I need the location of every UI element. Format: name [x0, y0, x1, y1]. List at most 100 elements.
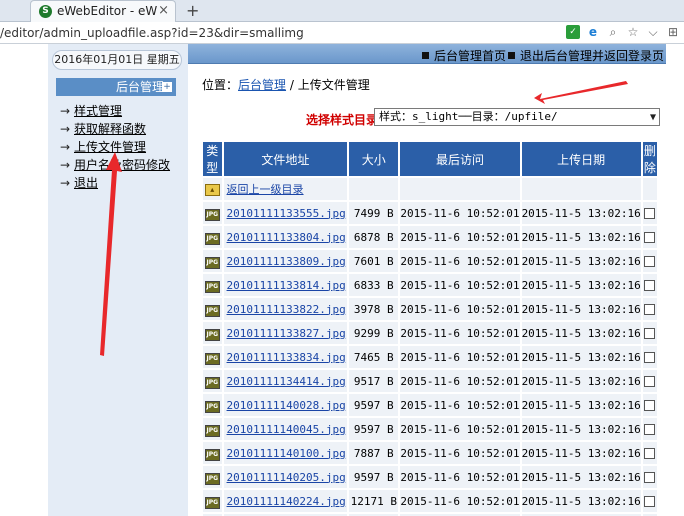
size-cell: 3978 B: [349, 298, 399, 320]
tab-close-icon[interactable]: ×: [158, 3, 169, 18]
size-cell: 12171 B: [349, 490, 399, 512]
file-link[interactable]: 20101111134414.jpg: [227, 375, 346, 388]
uploaded-cell: 2015-11-5 13:02:16: [521, 394, 641, 416]
table-row: JPG 20101111140100.jpg 7887 B 2015-11-6 10:…: [203, 442, 657, 464]
size-cell: 9597 B: [349, 394, 399, 416]
delete-checkbox[interactable]: [644, 328, 656, 339]
shield-icon[interactable]: ✓: [566, 25, 580, 39]
delete-cell: [642, 298, 657, 320]
path-cell: 20101111140045.jpg: [223, 418, 348, 440]
delete-checkbox[interactable]: [644, 448, 656, 459]
accessed-cell: 2015-11-6 10:52:01: [400, 490, 520, 512]
type-cell: JPG: [203, 394, 222, 416]
delete-cell: [642, 394, 657, 416]
date-display: 2016年01月01日 星期五: [52, 50, 182, 70]
accessed-cell: 2015-11-6 10:52:01: [400, 442, 520, 464]
file-link[interactable]: 20101111133555.jpg: [227, 207, 346, 220]
table-row: JPG 20101111140028.jpg 9597 B 2015-11-6 10:…: [203, 394, 657, 416]
sidebar-item-get-function[interactable]: → 获取解释函数: [60, 120, 170, 138]
accessed-cell: 2015-11-6 10:52:01: [400, 418, 520, 440]
accessed-cell: 2015-11-6 10:52:01: [400, 370, 520, 392]
jpg-file-icon: JPG: [204, 424, 220, 437]
back-parent-link[interactable]: 返回上一级目录: [227, 183, 304, 196]
file-link[interactable]: 20101111133834.jpg: [227, 351, 346, 364]
file-link[interactable]: 20101111140028.jpg: [227, 399, 346, 412]
type-cell: JPG: [203, 370, 222, 392]
delete-checkbox[interactable]: [644, 376, 656, 387]
browser-tab-bar: S eWebEditor - eWebS × +: [0, 0, 684, 22]
delete-checkbox[interactable]: [644, 352, 656, 363]
delete-checkbox[interactable]: [644, 280, 656, 291]
new-tab-button[interactable]: +: [186, 1, 199, 20]
accessed-cell: 2015-11-6 10:52:01: [400, 466, 520, 488]
file-link[interactable]: 20101111133827.jpg: [227, 327, 346, 340]
file-link[interactable]: 20101111133809.jpg: [227, 255, 346, 268]
delete-checkbox[interactable]: [644, 256, 656, 267]
table-row: JPG 20101111133804.jpg 6878 B 2015-11-6 10:…: [203, 226, 657, 248]
file-link[interactable]: 20101111133814.jpg: [227, 279, 346, 292]
delete-checkbox[interactable]: [644, 424, 656, 435]
table-row: JPG 20101111133814.jpg 6833 B 2015-11-6 10:…: [203, 274, 657, 296]
file-link[interactable]: 20101111140100.jpg: [227, 447, 346, 460]
uploaded-cell: 2015-11-5 13:02:16: [521, 274, 641, 296]
size-cell: 9597 B: [349, 418, 399, 440]
path-cell: 20101111133804.jpg: [223, 226, 348, 248]
breadcrumb-separator: /: [286, 78, 298, 92]
apps-icon[interactable]: ⊞: [666, 25, 680, 39]
chevron-down-icon[interactable]: ⌵: [646, 25, 660, 39]
file-table: 类型 文件地址 大小 最后访问 上传日期 删除 ▴ 返回上一级目录 JPG 201…: [201, 140, 659, 516]
path-cell: 20101111133827.jpg: [223, 322, 348, 344]
sidebar-item-label: 上传文件管理: [74, 140, 147, 154]
delete-checkbox[interactable]: [644, 232, 656, 243]
arrow-right-icon: →: [60, 104, 71, 118]
top-nav-bar: 后台管理首页 退出后台管理并返回登录页: [188, 44, 666, 64]
path-cell: 20101111133834.jpg: [223, 346, 348, 368]
expand-icon[interactable]: +: [162, 82, 172, 92]
file-link[interactable]: 20101111140224.jpg: [227, 495, 346, 508]
delete-cell: [642, 418, 657, 440]
logout-return-link[interactable]: 退出后台管理并返回登录页: [508, 47, 664, 64]
col-type: 类型: [203, 142, 222, 176]
search-icon[interactable]: ⌕: [606, 25, 620, 39]
size-cell: 6833 B: [349, 274, 399, 296]
size-cell: 7499 B: [349, 202, 399, 224]
accessed-cell: 2015-11-6 10:52:01: [400, 394, 520, 416]
file-link[interactable]: 20101111133822.jpg: [227, 303, 346, 316]
size-cell: 6878 B: [349, 226, 399, 248]
breadcrumb-admin-link[interactable]: 后台管理: [238, 78, 286, 92]
ie-icon[interactable]: e: [586, 25, 600, 39]
jpg-file-icon: JPG: [204, 256, 220, 269]
style-dir-select[interactable]: 样式：s_light──目录：/upfile/ ▼: [374, 108, 660, 126]
admin-home-link[interactable]: 后台管理首页: [422, 47, 506, 64]
sidebar-header[interactable]: 后台管理 +: [56, 78, 176, 96]
style-dir-selected-value: 样式：s_light──目录：/upfile/: [379, 110, 558, 123]
type-cell: JPG: [203, 322, 222, 344]
sidebar-item-upload-manage[interactable]: → 上传文件管理: [60, 138, 170, 156]
delete-checkbox[interactable]: [644, 208, 656, 219]
address-bar[interactable]: /editor/admin_uploadfile.asp?id=23&dir=s…: [0, 22, 684, 44]
accessed-cell: 2015-11-6 10:52:01: [400, 226, 520, 248]
arrow-right-icon: →: [60, 158, 71, 172]
delete-checkbox[interactable]: [644, 472, 656, 483]
empty-cell: [642, 178, 657, 200]
uploaded-cell: 2015-11-5 13:02:16: [521, 370, 641, 392]
star-icon[interactable]: ☆: [626, 25, 640, 39]
sidebar-item-style-manage[interactable]: → 样式管理: [60, 102, 170, 120]
delete-checkbox[interactable]: [644, 496, 656, 507]
table-header-row: 类型 文件地址 大小 最后访问 上传日期 删除: [203, 142, 657, 176]
file-link[interactable]: 20101111140205.jpg: [227, 471, 346, 484]
file-link[interactable]: 20101111133804.jpg: [227, 231, 346, 244]
browser-tab[interactable]: S eWebEditor - eWebS ×: [30, 0, 176, 22]
logout-return-label: 退出后台管理并返回登录页: [520, 49, 665, 63]
type-cell: JPG: [203, 226, 222, 248]
size-cell: 9597 B: [349, 466, 399, 488]
table-row: JPG 20101111133834.jpg 7465 B 2015-11-6 10:…: [203, 346, 657, 368]
table-row: JPG 20101111134414.jpg 9517 B 2015-11-6 10:…: [203, 370, 657, 392]
chevron-down-icon: ▼: [649, 112, 656, 123]
delete-checkbox[interactable]: [644, 304, 656, 315]
sidebar-item-logout[interactable]: → 退出: [60, 174, 170, 192]
delete-checkbox[interactable]: [644, 400, 656, 411]
url-text[interactable]: /editor/admin_uploadfile.asp?id=23&dir=s…: [0, 26, 304, 40]
file-link[interactable]: 20101111140045.jpg: [227, 423, 346, 436]
sidebar-item-password[interactable]: → 用户名及密码修改: [60, 156, 170, 174]
